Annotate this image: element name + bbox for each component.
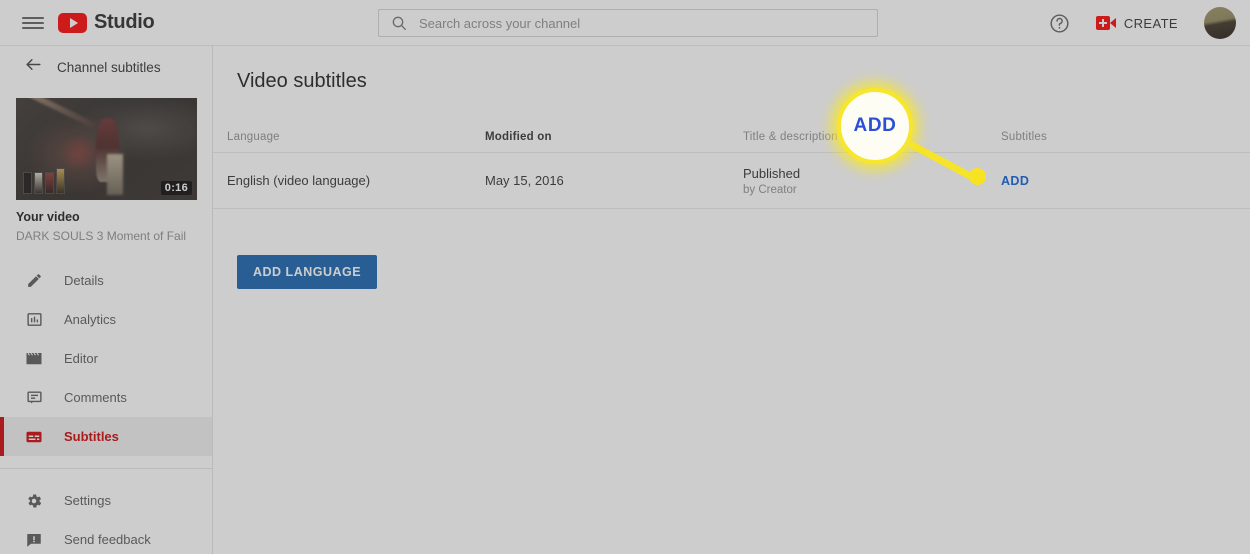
sidebar-item-label: Editor	[64, 351, 98, 366]
video-duration-badge: 0:16	[161, 181, 192, 195]
column-header-language[interactable]: Language	[227, 131, 280, 143]
help-circle-icon[interactable]	[1048, 11, 1072, 35]
brand-label: Studio	[94, 11, 154, 34]
sidebar-item-editor[interactable]: Editor	[0, 339, 212, 378]
sidebar-item-label: Details	[64, 273, 104, 288]
sidebar-item-label: Analytics	[64, 312, 116, 327]
create-button[interactable]: CREATE	[1086, 11, 1190, 36]
sidebar-item-settings[interactable]: Settings	[0, 481, 212, 520]
hamburger-icon[interactable]	[22, 15, 44, 31]
top-header: Studio C	[0, 0, 1250, 46]
sidebar-item-analytics[interactable]: Analytics	[0, 300, 212, 339]
search-input[interactable]	[419, 16, 849, 31]
back-to-channel-subtitles[interactable]: Channel subtitles	[0, 46, 212, 88]
video-thumbnail-wrap: 0:16	[16, 98, 212, 200]
gear-icon	[24, 491, 44, 511]
comment-icon	[24, 388, 44, 408]
column-header-title-description[interactable]: Title & description	[743, 131, 838, 143]
main-content: Video subtitles Language Modified on Tit…	[213, 46, 1250, 554]
sidebar-item-label: Comments	[64, 390, 127, 405]
table-header-row: Language Modified on Title & description…	[213, 119, 1250, 153]
column-header-subtitles[interactable]: Subtitles	[1001, 131, 1047, 143]
video-title: DARK SOULS 3 Moment of Fail	[16, 229, 196, 243]
sidebar-divider	[0, 468, 212, 469]
your-video-label: Your video	[16, 210, 196, 224]
back-label: Channel subtitles	[57, 60, 161, 75]
studio-logo[interactable]: Studio	[58, 11, 154, 34]
subtitles-icon	[24, 427, 44, 447]
sidebar-item-details[interactable]: Details	[0, 261, 212, 300]
avatar[interactable]	[1204, 7, 1236, 39]
sidebar-item-label: Subtitles	[64, 429, 119, 444]
video-meta: Your video DARK SOULS 3 Moment of Fail	[0, 200, 212, 247]
youtube-logo-icon	[58, 13, 87, 33]
create-label: CREATE	[1124, 16, 1178, 31]
sidebar-nav: Details Analytics Edit	[0, 261, 212, 559]
bar-chart-icon	[24, 310, 44, 330]
sidebar-item-label: Settings	[64, 493, 111, 508]
sidebar-item-subtitles[interactable]: Subtitles	[0, 417, 212, 456]
sidebar-item-comments[interactable]: Comments	[0, 378, 212, 417]
header-actions: CREATE	[1048, 0, 1236, 46]
subtitles-table: Language Modified on Title & description…	[213, 119, 1250, 209]
sidebar: Channel subtitles 0:16 Your video DARK S…	[0, 46, 213, 554]
arrow-left-icon	[24, 55, 43, 79]
cell-status: Published	[743, 166, 1001, 181]
column-header-modified-on[interactable]: Modified on	[485, 131, 552, 143]
pencil-icon	[24, 271, 44, 291]
sidebar-item-send-feedback[interactable]: Send feedback	[0, 520, 212, 559]
clapperboard-icon	[24, 349, 44, 369]
cell-status-by: by Creator	[743, 184, 1001, 196]
table-row[interactable]: English (video language) May 15, 2016 Pu…	[213, 153, 1250, 209]
video-camera-plus-icon	[1096, 16, 1116, 30]
add-language-button[interactable]: ADD LANGUAGE	[237, 255, 377, 289]
search-bar[interactable]	[378, 9, 878, 37]
cell-modified-on: May 15, 2016	[485, 173, 564, 188]
game-hud	[23, 168, 65, 194]
app-root: Studio C	[0, 0, 1250, 554]
sidebar-item-label: Send feedback	[64, 532, 151, 547]
feedback-icon	[24, 530, 44, 550]
search-icon	[391, 15, 407, 31]
video-thumbnail[interactable]: 0:16	[16, 98, 197, 200]
add-subtitles-link[interactable]: ADD	[1001, 174, 1029, 188]
cell-language: English (video language)	[227, 173, 370, 188]
page-title: Video subtitles	[213, 46, 1250, 93]
